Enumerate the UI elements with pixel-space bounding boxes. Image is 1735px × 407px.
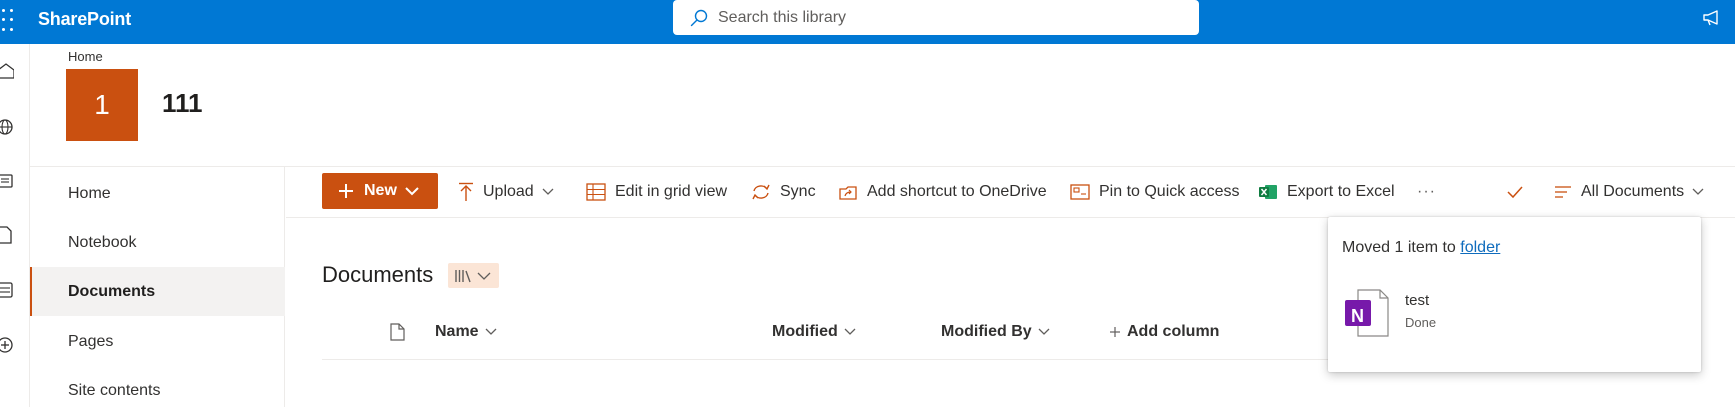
notification-text: Moved 1 item to [1342, 239, 1461, 256]
search-input[interactable] [718, 8, 1158, 27]
add-shortcut-label: Add shortcut to OneDrive [867, 183, 1047, 200]
pin-quick-access-label: Pin to Quick access [1099, 183, 1240, 200]
moved-file-name[interactable]: test [1405, 292, 1429, 309]
add-column-button[interactable]: Add column [1109, 323, 1219, 341]
nav-item-label: Notebook [68, 233, 137, 251]
nav-item-pages[interactable]: Pages [30, 317, 285, 366]
chevron-down-icon [485, 328, 497, 335]
upload-button[interactable]: Upload [458, 179, 554, 205]
left-nav: Home Notebook Documents Pages Site conte… [30, 167, 285, 407]
modified-by-column-label: Modified By [941, 323, 1032, 340]
export-excel-button[interactable]: Export to Excel [1258, 179, 1395, 205]
library-icon [455, 269, 471, 282]
move-notification: Moved 1 item to folder N test Done [1328, 217, 1701, 372]
megaphone-icon[interactable] [1703, 10, 1721, 26]
suite-bar: SharePoint [0, 0, 1735, 44]
sync-icon [752, 184, 770, 200]
site-logo-text: 1 [94, 89, 110, 120]
file-icon [390, 323, 405, 341]
library-view-switcher[interactable] [448, 263, 499, 288]
pin-icon [1070, 184, 1090, 200]
edit-grid-view-label: Edit in grid view [615, 183, 728, 200]
upload-label: Upload [483, 183, 534, 200]
nav-item-label: Documents [68, 282, 156, 300]
move-status: Done [1405, 315, 1437, 330]
search-box[interactable] [673, 0, 1199, 35]
onenote-letter: N [1351, 306, 1364, 326]
view-selector-label: All Documents [1581, 183, 1685, 200]
name-column-header[interactable]: Name [435, 323, 497, 341]
nav-item-documents[interactable]: Documents [30, 267, 285, 316]
app-launcher-icon[interactable] [0, 9, 14, 33]
chevron-down-icon [477, 272, 491, 280]
file-type-column-header[interactable] [390, 323, 405, 341]
files-icon[interactable] [0, 226, 14, 244]
chevron-down-icon [844, 328, 856, 335]
sync-label: Sync [780, 183, 816, 200]
pin-quick-access-button[interactable]: Pin to Quick access [1070, 179, 1240, 205]
site-logo[interactable]: 1 [66, 69, 138, 141]
notification-message: Moved 1 item to folder [1342, 239, 1500, 257]
command-bar: New Upload Edit in grid view Sync Add sh… [286, 167, 1735, 218]
shortcut-icon [839, 186, 857, 200]
new-button-label: New [364, 182, 397, 199]
view-selector[interactable]: All Documents [1554, 179, 1704, 205]
search-icon [690, 9, 708, 26]
more-options-label: ··· [1417, 183, 1436, 200]
nav-item-label: Pages [68, 332, 114, 350]
destination-folder-link[interactable]: folder [1460, 239, 1500, 256]
name-column-label: Name [435, 323, 479, 340]
checkmark-icon [1507, 186, 1523, 199]
lists-icon[interactable] [0, 281, 14, 299]
nav-item-site-contents[interactable]: Site contents [30, 366, 285, 407]
nav-item-label: Home [68, 184, 111, 202]
plus-icon [1110, 327, 1120, 337]
create-icon[interactable] [0, 336, 14, 354]
nav-item-label: Site contents [68, 381, 161, 399]
nav-item-notebook[interactable]: Notebook [30, 218, 285, 267]
modified-by-column-header[interactable]: Modified By [941, 323, 1050, 341]
news-icon[interactable] [0, 172, 14, 190]
chevron-down-icon [405, 187, 419, 196]
breadcrumb[interactable]: Home [68, 49, 103, 64]
app-rail [0, 44, 30, 407]
modified-column-header[interactable]: Modified [772, 323, 856, 341]
add-column-label: Add column [1127, 323, 1220, 340]
library-title: Documents [322, 262, 434, 287]
export-excel-label: Export to Excel [1287, 183, 1395, 200]
selection-check-button[interactable] [1507, 179, 1532, 205]
chevron-down-icon [542, 188, 554, 195]
modified-column-label: Modified [772, 323, 838, 340]
new-button[interactable]: New [322, 173, 438, 209]
site-title[interactable]: 111 [162, 88, 203, 119]
home-icon[interactable] [0, 62, 14, 80]
column-header-divider [322, 359, 1362, 360]
excel-icon [1259, 185, 1277, 199]
plus-icon [339, 184, 353, 198]
sync-button[interactable]: Sync [751, 179, 816, 205]
upload-icon [459, 182, 473, 201]
more-options-button[interactable]: ··· [1417, 179, 1436, 205]
chevron-down-icon [1692, 188, 1704, 195]
nav-item-home[interactable]: Home [30, 169, 285, 218]
view-options-icon [1555, 186, 1571, 198]
globe-icon[interactable] [0, 118, 14, 136]
edit-grid-view-button[interactable]: Edit in grid view [586, 179, 727, 205]
chevron-down-icon [1038, 328, 1050, 335]
grid-icon [586, 183, 606, 201]
app-brand[interactable]: SharePoint [38, 9, 131, 30]
add-shortcut-button[interactable]: Add shortcut to OneDrive [838, 179, 1047, 205]
